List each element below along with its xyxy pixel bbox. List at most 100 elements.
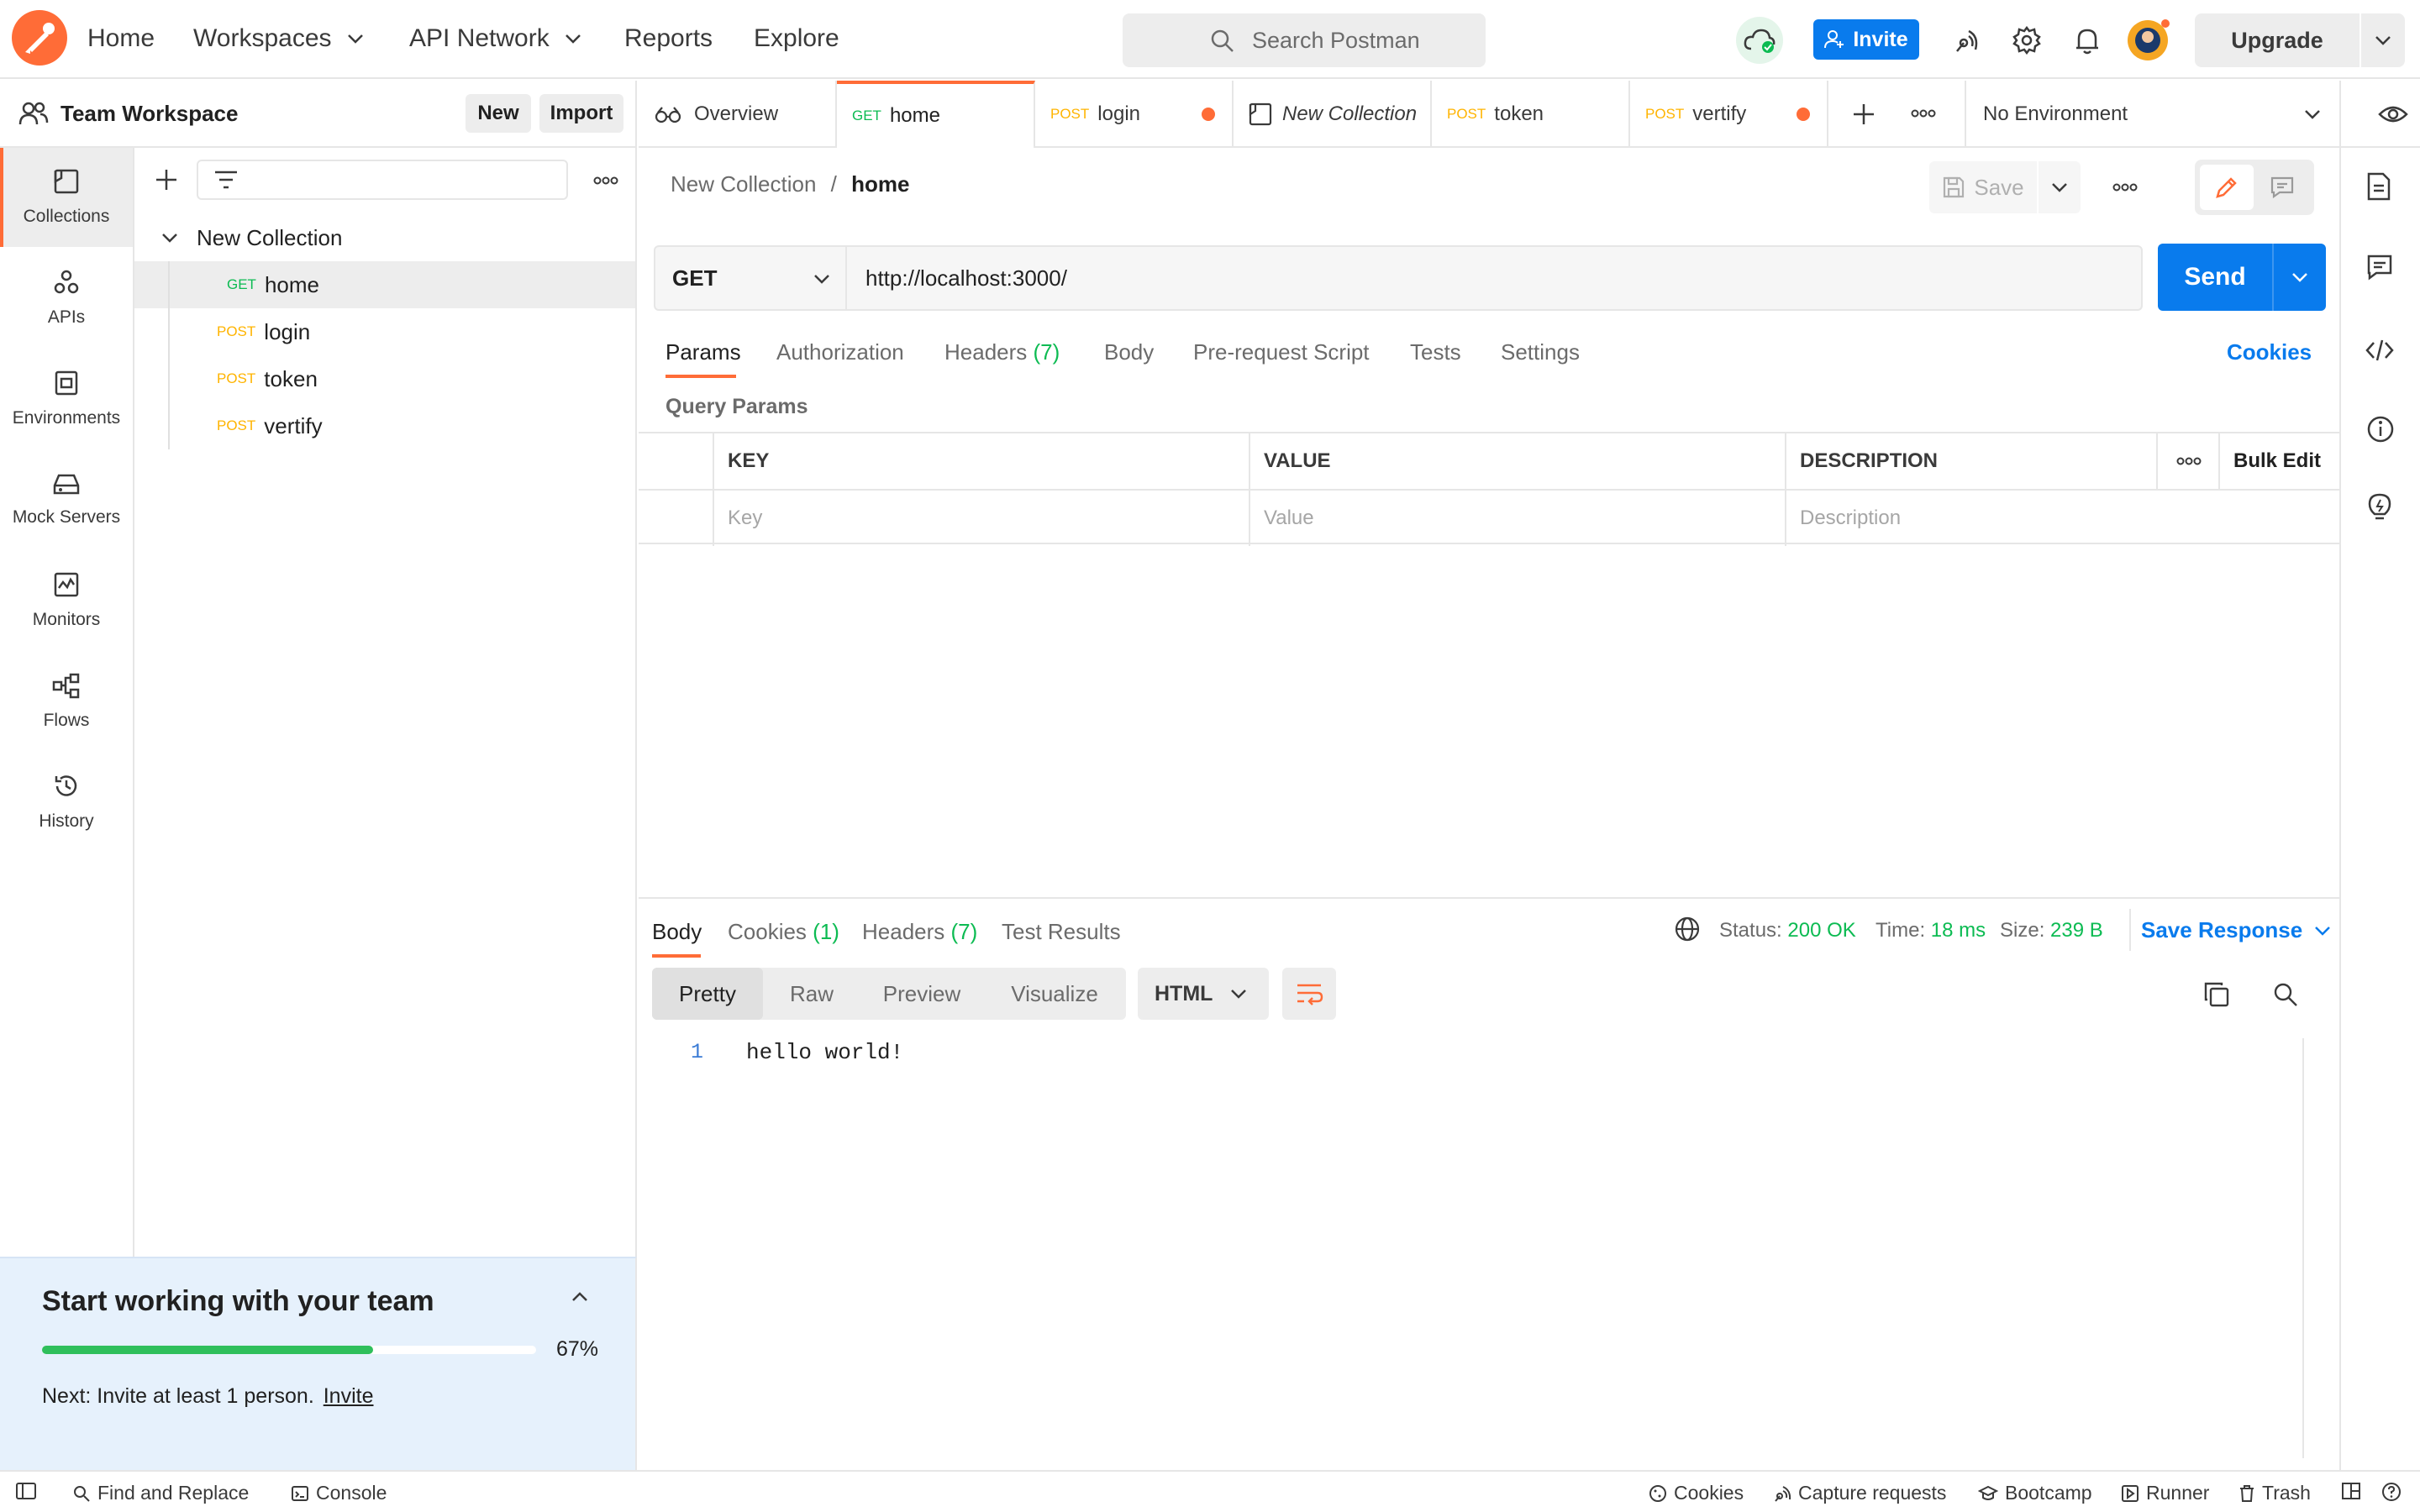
tab-body[interactable]: Body [1104, 339, 1154, 365]
value-input[interactable]: Value [1249, 491, 1785, 546]
method-select[interactable]: GET [655, 247, 847, 309]
documentation-icon[interactable] [2366, 171, 2391, 202]
info-icon[interactable] [2366, 415, 2395, 444]
new-button[interactable]: New [466, 94, 531, 133]
language-select[interactable]: HTML [1138, 968, 1269, 1020]
trash-button[interactable]: Trash [2238, 1482, 2311, 1504]
plus-icon[interactable] [155, 168, 178, 192]
bootcamp-button[interactable]: Bootcamp [1978, 1482, 2092, 1504]
nav-reports[interactable]: Reports [624, 22, 713, 55]
sidebar-item-monitors[interactable]: Monitors [0, 551, 133, 650]
tab-token[interactable]: POST token [1432, 81, 1630, 148]
comments-icon[interactable] [2366, 254, 2393, 281]
copy-icon[interactable] [2203, 981, 2230, 1008]
sidebar-item-collections[interactable]: Collections [0, 148, 133, 247]
chevron-up-icon[interactable] [571, 1292, 588, 1302]
eye-icon[interactable] [2378, 102, 2408, 126]
chevron-down-icon[interactable] [2039, 161, 2081, 213]
invite-button[interactable]: Invite [1813, 19, 1919, 60]
sidebar-item-apis[interactable]: APIs [0, 249, 133, 348]
sidebar-item-environments[interactable]: Environments [0, 349, 133, 449]
runner-button[interactable]: Runner [2121, 1482, 2209, 1504]
response-tab-headers[interactable]: Headers (7) [862, 919, 977, 945]
find-and-replace-button[interactable]: Find and Replace [72, 1482, 249, 1504]
bell-icon[interactable] [2064, 17, 2111, 64]
more-icon[interactable] [593, 176, 618, 185]
nav-workspaces[interactable]: Workspaces [193, 22, 364, 55]
tab-authorization[interactable]: Authorization [776, 339, 904, 365]
invite-link[interactable]: Invite [324, 1384, 374, 1408]
request-item-login[interactable]: POST login [134, 308, 635, 355]
pencil-icon[interactable] [2200, 165, 2254, 210]
save-response-button[interactable]: Save Response [2141, 917, 2331, 943]
more-icon[interactable] [1911, 109, 1936, 118]
response-tab-body[interactable]: Body [652, 919, 702, 958]
format-visualize[interactable]: Visualize [983, 968, 1126, 1020]
url-input[interactable]: http://localhost:3000/ [847, 247, 2141, 309]
sidebar-item-mock-servers[interactable]: Mock Servers [0, 450, 133, 549]
send-button[interactable]: Send [2158, 244, 2272, 311]
format-raw[interactable]: Raw [763, 968, 860, 1020]
tab-new-collection[interactable]: New Collection [1234, 81, 1432, 148]
gear-icon[interactable] [2003, 17, 2050, 64]
request-item-token[interactable]: POST token [134, 355, 635, 402]
capture-requests-button[interactable]: Capture requests [1773, 1482, 1946, 1504]
chevron-down-icon[interactable] [2274, 244, 2326, 311]
console-button[interactable]: Console [291, 1482, 387, 1504]
nav-explore[interactable]: Explore [754, 22, 839, 55]
scrollbar-track[interactable] [2302, 1038, 2304, 1458]
format-pretty[interactable]: Pretty [652, 968, 763, 1020]
satellite-icon[interactable] [1943, 17, 1990, 64]
tab-pre-request-script[interactable]: Pre-request Script [1193, 339, 1370, 365]
key-input[interactable]: Key [713, 491, 1249, 546]
bulk-edit-button[interactable]: Bulk Edit [2218, 433, 2339, 489]
tab-login[interactable]: POST login [1035, 81, 1234, 148]
filter-input[interactable] [197, 160, 568, 200]
nav-api-network[interactable]: API Network [409, 22, 581, 55]
chevron-down-icon[interactable] [2304, 109, 2321, 119]
sidebar-item-history[interactable]: History [0, 753, 133, 852]
search-icon[interactable] [2272, 981, 2299, 1008]
comment-icon[interactable] [2255, 165, 2309, 210]
nav-home[interactable]: Home [87, 22, 155, 55]
more-icon[interactable] [2112, 183, 2138, 192]
tab-vertify[interactable]: POST vertify [1630, 81, 1828, 148]
cookies-button[interactable]: Cookies [1649, 1482, 1744, 1504]
save-button[interactable]: Save [1929, 161, 2037, 213]
tab-overview[interactable]: Overview [639, 81, 837, 148]
sidebar-item-flows[interactable]: Flows [0, 652, 133, 751]
tab-headers[interactable]: Headers (7) [944, 339, 1060, 365]
lightbulb-icon[interactable] [2366, 492, 2393, 522]
new-tab-plus-icon[interactable] [1852, 102, 1876, 126]
request-item-vertify[interactable]: POST vertify [134, 402, 635, 449]
tab-tests[interactable]: Tests [1410, 339, 1461, 365]
help-icon[interactable] [2381, 1482, 2402, 1502]
sync-status-icon[interactable] [1736, 17, 1783, 64]
response-tab-cookies[interactable]: Cookies (1) [728, 919, 839, 945]
environment-select[interactable]: No Environment [1966, 81, 2134, 148]
request-item-home[interactable]: GET home [134, 261, 635, 308]
upgrade-button[interactable]: Upgrade [2195, 13, 2405, 67]
tab-home[interactable]: GET home [837, 81, 1035, 148]
response-tab-test-results[interactable]: Test Results [1002, 919, 1121, 945]
avatar[interactable] [2123, 15, 2173, 66]
search-input[interactable]: Search Postman [1123, 13, 1486, 67]
breadcrumb-parent[interactable]: New Collection [671, 171, 816, 197]
more-icon[interactable] [2156, 433, 2218, 489]
page-title[interactable]: home [851, 171, 909, 197]
collection-item[interactable]: New Collection [134, 214, 635, 261]
code-icon[interactable] [2365, 338, 2395, 363]
chevron-down-icon[interactable] [2361, 13, 2405, 67]
workspace-name[interactable]: Team Workspace [60, 101, 238, 127]
toggle-sidebar-icon[interactable] [15, 1482, 37, 1500]
wrap-lines-icon[interactable] [1282, 968, 1336, 1020]
cookies-link[interactable]: Cookies [2227, 339, 2312, 365]
description-input[interactable]: Description [1785, 491, 2339, 546]
tab-settings[interactable]: Settings [1501, 339, 1580, 365]
globe-icon[interactable] [1674, 916, 1701, 942]
layout-icon[interactable] [2341, 1482, 2361, 1500]
postman-logo[interactable] [12, 10, 67, 66]
import-button[interactable]: Import [539, 94, 623, 133]
format-preview[interactable]: Preview [860, 968, 983, 1020]
tab-params[interactable]: Params [666, 339, 741, 378]
